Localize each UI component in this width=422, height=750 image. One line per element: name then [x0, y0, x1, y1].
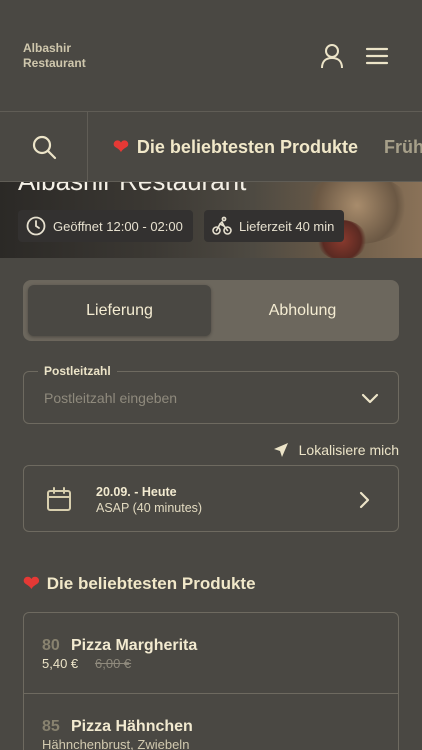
product-number: 85: [42, 718, 60, 735]
pickup-option[interactable]: Abholung: [211, 285, 394, 336]
order-type-toggle: Lieferung Abholung: [23, 280, 399, 341]
user-icon[interactable]: [319, 42, 345, 70]
delivery-time-selector[interactable]: 20.09. - Heute ASAP (40 minutes): [23, 465, 399, 532]
selected-date: 20.09. - Heute: [96, 485, 177, 499]
restaurant-name: Albashir Restaurant: [18, 182, 246, 197]
category-bar: ❤ Die beliebtesten Produkte Früh: [0, 112, 422, 182]
chevron-right-icon: [359, 491, 370, 509]
app-header: Albashir Restaurant: [0, 0, 422, 112]
search-icon: [32, 135, 56, 160]
locate-me-label: Lokalisiere mich: [298, 442, 399, 458]
product-item[interactable]: 85 Pizza Hähnchen Hähnchenbrust, Zwiebel…: [24, 693, 398, 750]
chevron-down-icon[interactable]: [360, 391, 380, 405]
search-button[interactable]: [0, 112, 88, 181]
bike-icon: [212, 216, 232, 235]
category-tab-next[interactable]: Früh: [384, 112, 422, 181]
zip-code-label: Postleitzahl: [38, 364, 117, 378]
heart-icon: ❤: [23, 573, 40, 595]
category-tab-label: Die beliebtesten Produkte: [136, 136, 358, 157]
product-name: Pizza Hähnchen: [71, 718, 193, 735]
calendar-icon: [47, 487, 71, 511]
opening-hours-text: Geöffnet 12:00 - 02:00: [53, 218, 183, 234]
location-arrow-icon: [273, 443, 288, 457]
section-title-text: Die beliebtesten Produkte: [46, 573, 256, 593]
menu-icon[interactable]: [364, 42, 390, 70]
section-title-popular: ❤ Die beliebtesten Produkte: [23, 571, 256, 596]
product-list: 80 Pizza Margherita 5,40 € 6,00 € 85 Piz…: [23, 612, 399, 750]
product-description: Hähnchenbrust, Zwiebeln: [42, 737, 190, 750]
opening-hours-badge: Geöffnet 12:00 - 02:00: [18, 210, 193, 242]
product-item[interactable]: 80 Pizza Margherita 5,40 € 6,00 €: [24, 613, 398, 693]
product-name: Pizza Margherita: [71, 637, 198, 654]
clock-icon: [26, 216, 46, 236]
locate-me-button[interactable]: Lokalisiere mich: [273, 440, 399, 460]
delivery-time-badge: Lieferzeit 40 min: [204, 210, 345, 242]
product-price: 5,40 €: [42, 656, 79, 671]
zip-code-field[interactable]: Postleitzahl Postleitzahl eingeben: [23, 364, 399, 424]
product-old-price: 6,00 €: [95, 656, 132, 671]
delivery-time-text: Lieferzeit 40 min: [239, 218, 335, 234]
product-number: 80: [42, 637, 60, 654]
brand-line-1: Albashir: [23, 41, 72, 55]
category-tab-label: Früh: [384, 136, 422, 157]
brand-line-2: Restaurant: [23, 56, 86, 70]
restaurant-hero: Albashir Restaurant Geöffnet 12:00 - 02:…: [0, 182, 422, 258]
zip-code-input[interactable]: Postleitzahl eingeben: [44, 390, 177, 406]
selected-time: ASAP (40 minutes): [96, 501, 203, 515]
restaurant-logo[interactable]: Albashir Restaurant: [23, 41, 86, 71]
delivery-option[interactable]: Lieferung: [28, 285, 211, 336]
heart-icon: ❤: [113, 136, 129, 158]
category-tab-popular[interactable]: ❤ Die beliebtesten Produkte: [113, 112, 358, 181]
